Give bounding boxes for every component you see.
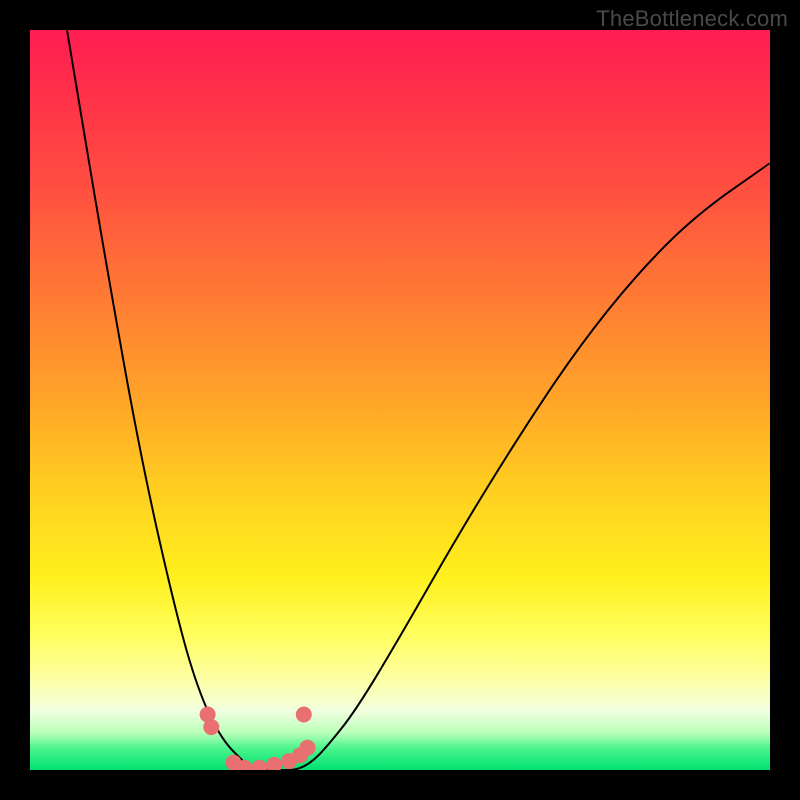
plot-area xyxy=(30,30,770,770)
data-marker xyxy=(266,757,282,770)
curve-svg xyxy=(30,30,770,770)
data-marker xyxy=(296,707,312,723)
chart-frame: TheBottleneck.com xyxy=(0,0,800,800)
marker-group xyxy=(200,707,316,771)
data-marker xyxy=(251,760,267,770)
curve-line xyxy=(67,30,770,770)
data-marker xyxy=(300,740,316,756)
data-marker xyxy=(203,719,219,735)
watermark-label: TheBottleneck.com xyxy=(596,6,788,32)
